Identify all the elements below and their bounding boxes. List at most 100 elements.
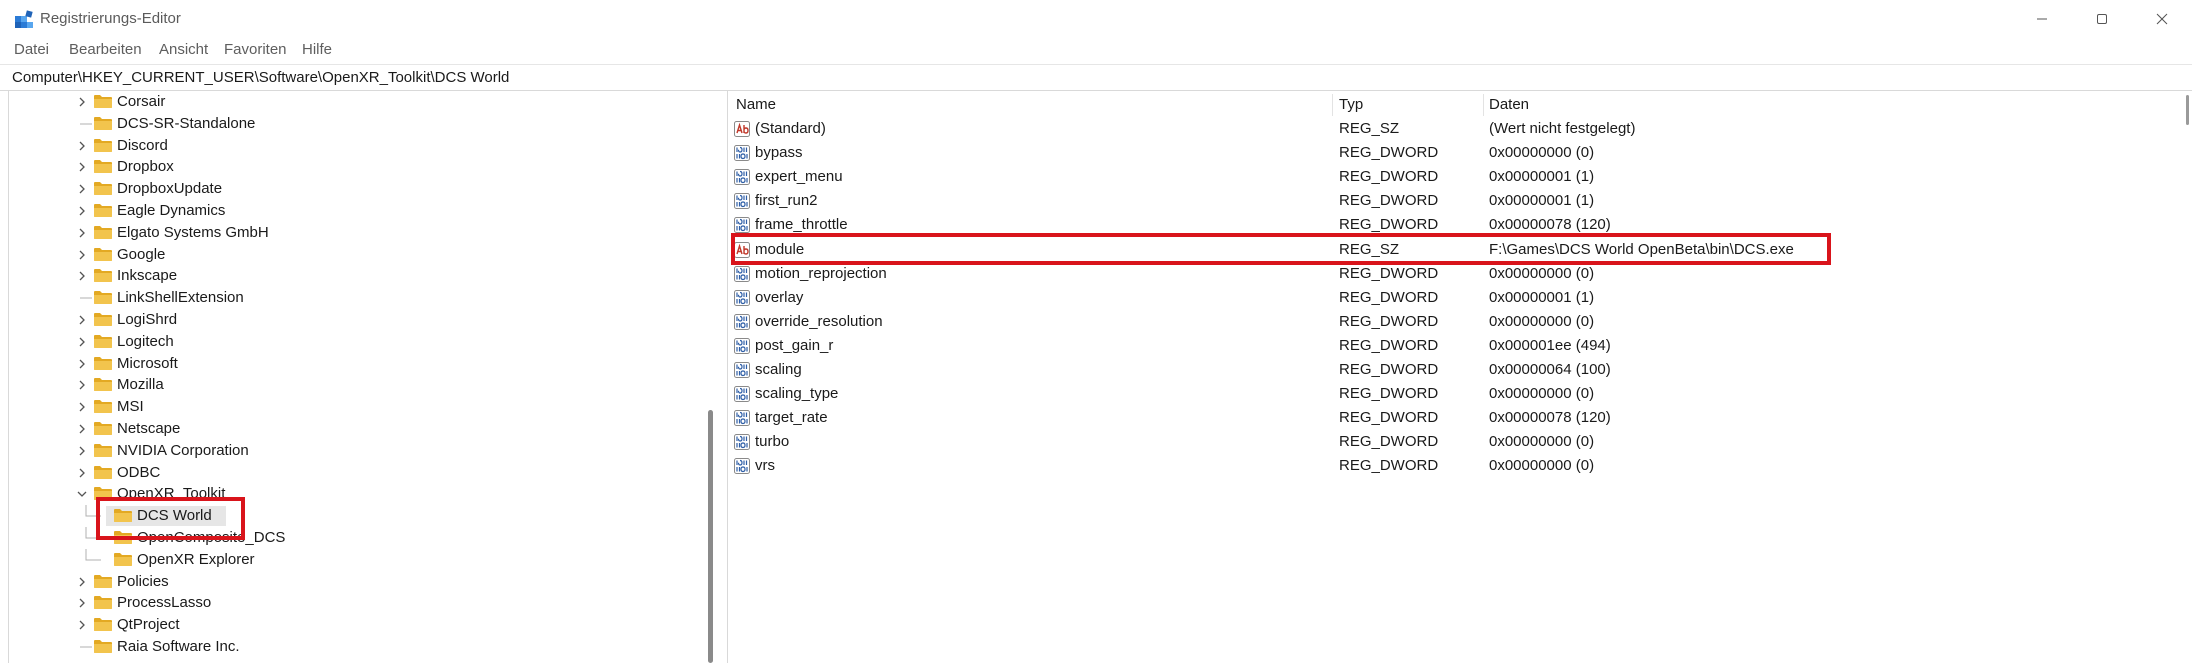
chevron-right-icon[interactable] — [75, 422, 89, 436]
value-row[interactable]: overlay REG_DWORD 0x00000001 (1) — [728, 286, 2192, 310]
chevron-right-icon[interactable] — [75, 269, 89, 283]
value-data: 0x00000078 (120) — [1489, 216, 1611, 234]
tree-item[interactable]: Mozilla — [9, 374, 705, 396]
tree-item[interactable]: Corsair — [9, 91, 705, 113]
tree-item[interactable]: Inkscape — [9, 265, 705, 287]
tree-item[interactable]: DropboxUpdate — [9, 178, 705, 200]
close-button[interactable] — [2132, 0, 2192, 38]
value-row[interactable]: bypass REG_DWORD 0x00000000 (0) — [728, 141, 2192, 165]
folder-icon — [94, 182, 112, 196]
menu-bearbeiten[interactable]: Bearbeiten — [69, 41, 142, 58]
value-row[interactable]: override_resolution REG_DWORD 0x00000000 (… — [728, 310, 2192, 334]
folder-icon — [94, 291, 112, 305]
highlight-box-module — [731, 233, 1831, 265]
tree-item[interactable]: Discord — [9, 135, 705, 157]
chevron-right-icon[interactable] — [75, 139, 89, 153]
folder-icon — [94, 596, 112, 610]
value-list[interactable]: Name Typ Daten (Standard) REG_SZ (Wert nic… — [727, 91, 2192, 663]
value-row[interactable]: scaling_type REG_DWORD 0x00000000 (0) — [728, 382, 2192, 406]
tree-item[interactable]: OpenXR Explorer — [9, 548, 705, 571]
value-row[interactable]: expert_menu REG_DWORD 0x00000001 (1) — [728, 165, 2192, 189]
tree-item[interactable]: Raia Software Inc. — [9, 636, 705, 658]
address-bar[interactable]: Computer\HKEY_CURRENT_USER\Software\Open… — [0, 64, 2192, 91]
value-row[interactable]: first_run2 REG_DWORD 0x00000001 (1) — [728, 189, 2192, 213]
menu-datei[interactable]: Datei — [14, 41, 49, 58]
column-header-data[interactable]: Daten — [1489, 96, 1529, 113]
value-name: post_gain_r — [755, 336, 834, 354]
list-scrollbar-thumb[interactable] — [2186, 95, 2189, 125]
tree-item[interactable]: QtProject — [9, 614, 705, 636]
value-name: first_run2 — [755, 192, 818, 210]
chevron-right-icon[interactable] — [75, 444, 89, 458]
folder-icon — [94, 400, 112, 414]
binary-value-icon — [734, 337, 750, 354]
tree-item[interactable]: Dropbox — [9, 156, 705, 178]
key-tree[interactable]: Corsair DCS-SR-Standalone Discord Dropbox Dr… — [8, 91, 715, 663]
string-value-icon — [734, 121, 750, 137]
tree-item[interactable]: Netscape — [9, 418, 705, 440]
value-row[interactable]: motion_reprojection REG_DWORD 0x00000000 (… — [728, 262, 2192, 286]
chevron-right-icon[interactable] — [75, 226, 89, 240]
value-row[interactable]: post_gain_r REG_DWORD 0x000001ee (494) — [728, 334, 2192, 358]
binary-value-icon — [734, 193, 750, 210]
folder-icon — [94, 95, 112, 108]
value-type: REG_DWORD — [1339, 409, 1439, 427]
maximize-button[interactable] — [2072, 0, 2132, 38]
tree-item-label: Inkscape — [117, 267, 178, 285]
tree-item-label: Google — [117, 245, 166, 263]
minimize-button[interactable] — [2012, 0, 2072, 38]
tree-item[interactable]: NVIDIA Corporation — [9, 440, 705, 462]
chevron-right-icon[interactable] — [75, 357, 89, 371]
menu-favoriten[interactable]: Favoriten — [224, 41, 287, 58]
chevron-right-icon[interactable] — [75, 378, 89, 392]
tree-item[interactable]: Microsoft — [9, 353, 705, 375]
tree-item[interactable]: ProcessLasso — [9, 592, 705, 614]
value-row[interactable]: vrs REG_DWORD 0x00000000 (0) — [728, 454, 2192, 478]
tree-item[interactable]: LogiShrd — [9, 309, 705, 331]
tree-item[interactable]: Eagle Dynamics — [9, 200, 705, 222]
chevron-right-icon[interactable] — [75, 335, 89, 349]
column-header-name[interactable]: Name — [736, 96, 776, 113]
value-row[interactable]: scaling REG_DWORD 0x00000064 (100) — [728, 358, 2192, 382]
menu-hilfe[interactable]: Hilfe — [302, 41, 332, 58]
value-data: 0x00000000 (0) — [1489, 433, 1595, 451]
chevron-right-icon[interactable] — [75, 160, 89, 174]
value-row[interactable]: turbo REG_DWORD 0x00000000 (0) — [728, 430, 2192, 454]
tree-item[interactable]: MSI — [9, 396, 705, 418]
column-separator[interactable] — [1483, 94, 1484, 116]
address-path[interactable]: Computer\HKEY_CURRENT_USER\Software\Open… — [12, 69, 509, 86]
value-data: 0x00000000 (0) — [1489, 457, 1595, 475]
chevron-right-icon[interactable] — [75, 575, 89, 589]
chevron-right-icon[interactable] — [75, 466, 89, 480]
title-bar: Registrierungs-Editor — [0, 0, 2192, 38]
chevron-right-icon[interactable] — [75, 182, 89, 196]
tree-item[interactable]: Policies — [9, 571, 705, 593]
value-row[interactable]: (Standard) REG_SZ (Wert nicht festgelegt) — [728, 117, 2192, 141]
tree-item[interactable]: DCS-SR-Standalone — [9, 113, 705, 135]
tree-item[interactable]: Google — [9, 244, 705, 266]
tree-scrollbar-thumb[interactable] — [708, 410, 713, 663]
value-data: 0x00000078 (120) — [1489, 409, 1611, 427]
column-header-type[interactable]: Typ — [1339, 96, 1363, 113]
value-name: (Standard) — [755, 120, 826, 137]
column-separator[interactable] — [1332, 94, 1333, 116]
chevron-right-icon[interactable] — [75, 400, 89, 414]
value-row[interactable]: target_rate REG_DWORD 0x00000078 (120) — [728, 406, 2192, 430]
tree-item-label: Eagle Dynamics — [117, 202, 226, 219]
tree-item[interactable]: Logitech — [9, 331, 705, 353]
chevron-right-icon[interactable] — [75, 95, 89, 109]
menu-ansicht[interactable]: Ansicht — [159, 41, 208, 58]
chevron-right-icon[interactable] — [75, 204, 89, 218]
tree-connector-line — [80, 123, 92, 125]
tree-item-label: Discord — [117, 136, 168, 154]
tree-item[interactable]: Elgato Systems GmbH — [9, 222, 705, 244]
tree-item[interactable]: ODBC — [9, 462, 705, 484]
binary-value-icon — [734, 458, 750, 475]
chevron-right-icon[interactable] — [75, 313, 89, 327]
chevron-right-icon[interactable] — [75, 618, 89, 632]
folder-icon — [94, 269, 112, 283]
chevron-down-icon[interactable] — [75, 487, 89, 501]
tree-item[interactable]: LinkShellExtension — [9, 287, 705, 309]
chevron-right-icon[interactable] — [75, 248, 89, 262]
chevron-right-icon[interactable] — [75, 596, 89, 610]
